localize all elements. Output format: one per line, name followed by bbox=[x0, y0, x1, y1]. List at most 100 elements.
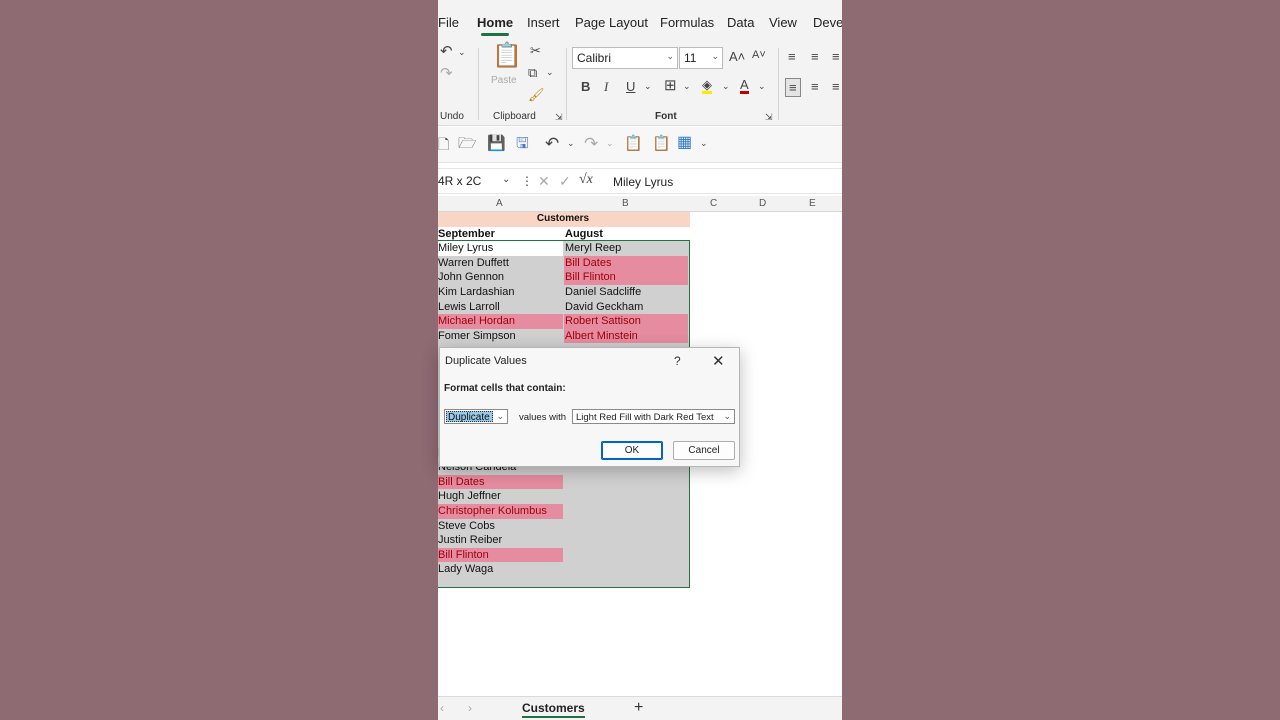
format-style-select[interactable]: Light Red Fill with Dark Red Text ⌄ bbox=[572, 409, 735, 424]
clipboard-launcher-icon[interactable]: ⇲ bbox=[555, 113, 563, 122]
insert-function-icon[interactable]: √x bbox=[579, 173, 593, 187]
cell-august[interactable]: David Geckham bbox=[564, 300, 688, 315]
cell-august[interactable]: Daniel Sadcliffe bbox=[564, 285, 688, 300]
scroll-right-icon[interactable]: › bbox=[468, 702, 472, 714]
formula-content[interactable]: Miley Lyrus bbox=[613, 175, 673, 189]
cell-august[interactable]: Bill Dates bbox=[564, 255, 688, 271]
header-september[interactable]: September bbox=[438, 227, 563, 242]
cell-august[interactable] bbox=[564, 489, 688, 504]
add-sheet-icon[interactable]: + bbox=[634, 700, 643, 716]
paste-values-icon[interactable]: 📋 bbox=[624, 136, 643, 151]
tab-data[interactable]: Data bbox=[727, 15, 754, 30]
cell-september[interactable]: Lady Waga bbox=[438, 562, 563, 577]
align-bottom-icon[interactable]: ≡ bbox=[832, 50, 840, 63]
increase-font-icon[interactable]: A˄ bbox=[729, 50, 745, 63]
cell-september[interactable]: Justin Reiber bbox=[438, 533, 563, 548]
tab-formulas[interactable]: Formulas bbox=[660, 15, 714, 30]
align-top-icon[interactable]: ≡ bbox=[788, 50, 796, 63]
align-left-icon[interactable]: ≡ bbox=[785, 78, 801, 97]
font-color-icon[interactable]: A bbox=[740, 78, 749, 94]
column-header-b[interactable]: B bbox=[622, 198, 629, 209]
name-box[interactable]: 4R x 2C ⌄ bbox=[438, 171, 514, 193]
decrease-font-icon[interactable]: A˅ bbox=[752, 50, 766, 61]
align-middle-icon[interactable]: ≡ bbox=[811, 50, 819, 63]
cell-september[interactable]: Hugh Jeffner bbox=[438, 489, 563, 504]
qat-dropdown-icon[interactable]: ⌄ bbox=[700, 139, 708, 148]
open-folder-icon[interactable]: 🗁 bbox=[458, 136, 477, 151]
tab-home[interactable]: Home bbox=[477, 15, 513, 36]
redo-dropdown-icon[interactable]: ⌄ bbox=[606, 139, 614, 148]
new-file-icon[interactable]: 🗋 bbox=[438, 137, 449, 151]
tab-insert[interactable]: Insert bbox=[527, 15, 560, 30]
cell-august[interactable]: Albert Minstein bbox=[564, 328, 688, 344]
cell-september[interactable]: John Gennon bbox=[438, 270, 563, 285]
tab-view[interactable]: View bbox=[769, 15, 797, 30]
cell-august[interactable] bbox=[564, 562, 688, 577]
undo-dropdown-icon[interactable]: ⌄ bbox=[567, 139, 575, 148]
bold-icon[interactable]: B bbox=[581, 80, 590, 93]
cell-september[interactable]: Miley Lyrus bbox=[438, 241, 563, 256]
table-icon[interactable]: ▦ bbox=[677, 135, 692, 151]
font-size-select[interactable]: 11 ⌄ bbox=[679, 47, 723, 69]
more-options-icon[interactable]: ⋮ bbox=[521, 175, 533, 187]
cell-august[interactable] bbox=[564, 533, 688, 548]
cell-september[interactable]: Bill Flinton bbox=[438, 547, 563, 563]
cell-september[interactable]: Christopher Kolumbus bbox=[438, 504, 563, 519]
paste-icon[interactable]: 📋 bbox=[492, 44, 522, 68]
save-as-icon[interactable]: 🖫 bbox=[516, 136, 529, 151]
help-button[interactable]: ? bbox=[674, 354, 681, 368]
ok-button[interactable]: OK bbox=[601, 441, 663, 460]
format-painter-icon[interactable]: 🖌 bbox=[528, 88, 545, 101]
cell-august[interactable]: Meryl Reep bbox=[564, 241, 688, 256]
tab-page-layout[interactable]: Page Layout bbox=[575, 15, 648, 30]
scroll-left-icon[interactable]: ‹ bbox=[440, 702, 444, 714]
column-header-d[interactable]: D bbox=[759, 198, 766, 209]
cell-august[interactable] bbox=[564, 504, 688, 519]
italic-icon[interactable]: I bbox=[604, 80, 608, 93]
cell-august[interactable]: Robert Sattison bbox=[564, 314, 688, 329]
font-color-dropdown-icon[interactable]: ⌄ bbox=[758, 82, 766, 91]
paste-special-icon[interactable]: 📋 bbox=[652, 136, 671, 151]
rule-type-select[interactable]: Duplicate ⌄ bbox=[444, 409, 508, 424]
close-icon[interactable]: ✕ bbox=[712, 352, 725, 370]
cancel-button[interactable]: Cancel bbox=[673, 441, 735, 460]
cell-september[interactable]: Steve Cobs bbox=[438, 519, 563, 534]
sheet-tab-customers[interactable]: Customers bbox=[522, 701, 585, 718]
confirm-entry-icon[interactable]: ✓ bbox=[559, 174, 571, 188]
font-launcher-icon[interactable]: ⇲ bbox=[765, 113, 773, 122]
paste-label[interactable]: Paste bbox=[491, 76, 517, 86]
redo-icon[interactable]: ↷ bbox=[440, 66, 453, 81]
copy-icon[interactable]: ⧉ bbox=[528, 66, 537, 79]
borders-dropdown-icon[interactable]: ⌄ bbox=[683, 82, 691, 91]
undo-icon[interactable]: ↶ bbox=[545, 135, 559, 152]
underline-dropdown-icon[interactable]: ⌄ bbox=[644, 82, 652, 91]
tab-developer[interactable]: Devel bbox=[813, 15, 842, 30]
align-right-icon[interactable]: ≡ bbox=[832, 80, 840, 93]
save-icon[interactable]: 💾 bbox=[487, 136, 506, 151]
header-august[interactable]: August bbox=[564, 227, 688, 242]
fill-dropdown-icon[interactable]: ⌄ bbox=[722, 82, 730, 91]
column-header-a[interactable]: A bbox=[496, 198, 503, 209]
fill-color-icon[interactable]: ◈ bbox=[702, 78, 712, 94]
cell-august[interactable] bbox=[564, 475, 688, 490]
column-header-e[interactable]: E bbox=[809, 198, 816, 209]
sheet-title[interactable]: Customers bbox=[438, 212, 688, 227]
copy-dropdown-icon[interactable]: ⌄ bbox=[546, 68, 554, 77]
undo-dropdown-icon[interactable]: ⌄ bbox=[458, 48, 466, 57]
font-name-select[interactable]: Calibri ⌄ bbox=[572, 47, 678, 69]
underline-icon[interactable]: U bbox=[626, 80, 635, 93]
cut-icon[interactable]: ✂ bbox=[530, 44, 541, 57]
tab-file[interactable]: File bbox=[438, 15, 459, 30]
borders-icon[interactable]: ⊞ bbox=[664, 78, 677, 93]
align-center-icon[interactable]: ≡ bbox=[811, 80, 819, 93]
cell-september[interactable]: Michael Hordan bbox=[438, 314, 563, 329]
cell-september[interactable]: Bill Dates bbox=[438, 474, 563, 490]
cell-august[interactable] bbox=[564, 519, 688, 534]
cell-september[interactable]: Fomer Simpson bbox=[438, 329, 563, 344]
cell-august[interactable]: Bill Flinton bbox=[564, 270, 688, 285]
redo-icon[interactable]: ↷ bbox=[584, 135, 598, 152]
column-header-c[interactable]: C bbox=[710, 198, 717, 209]
cell-august[interactable] bbox=[564, 548, 688, 563]
cancel-entry-icon[interactable]: ✕ bbox=[538, 174, 550, 188]
cell-september[interactable]: Kim Lardashian bbox=[438, 285, 563, 300]
